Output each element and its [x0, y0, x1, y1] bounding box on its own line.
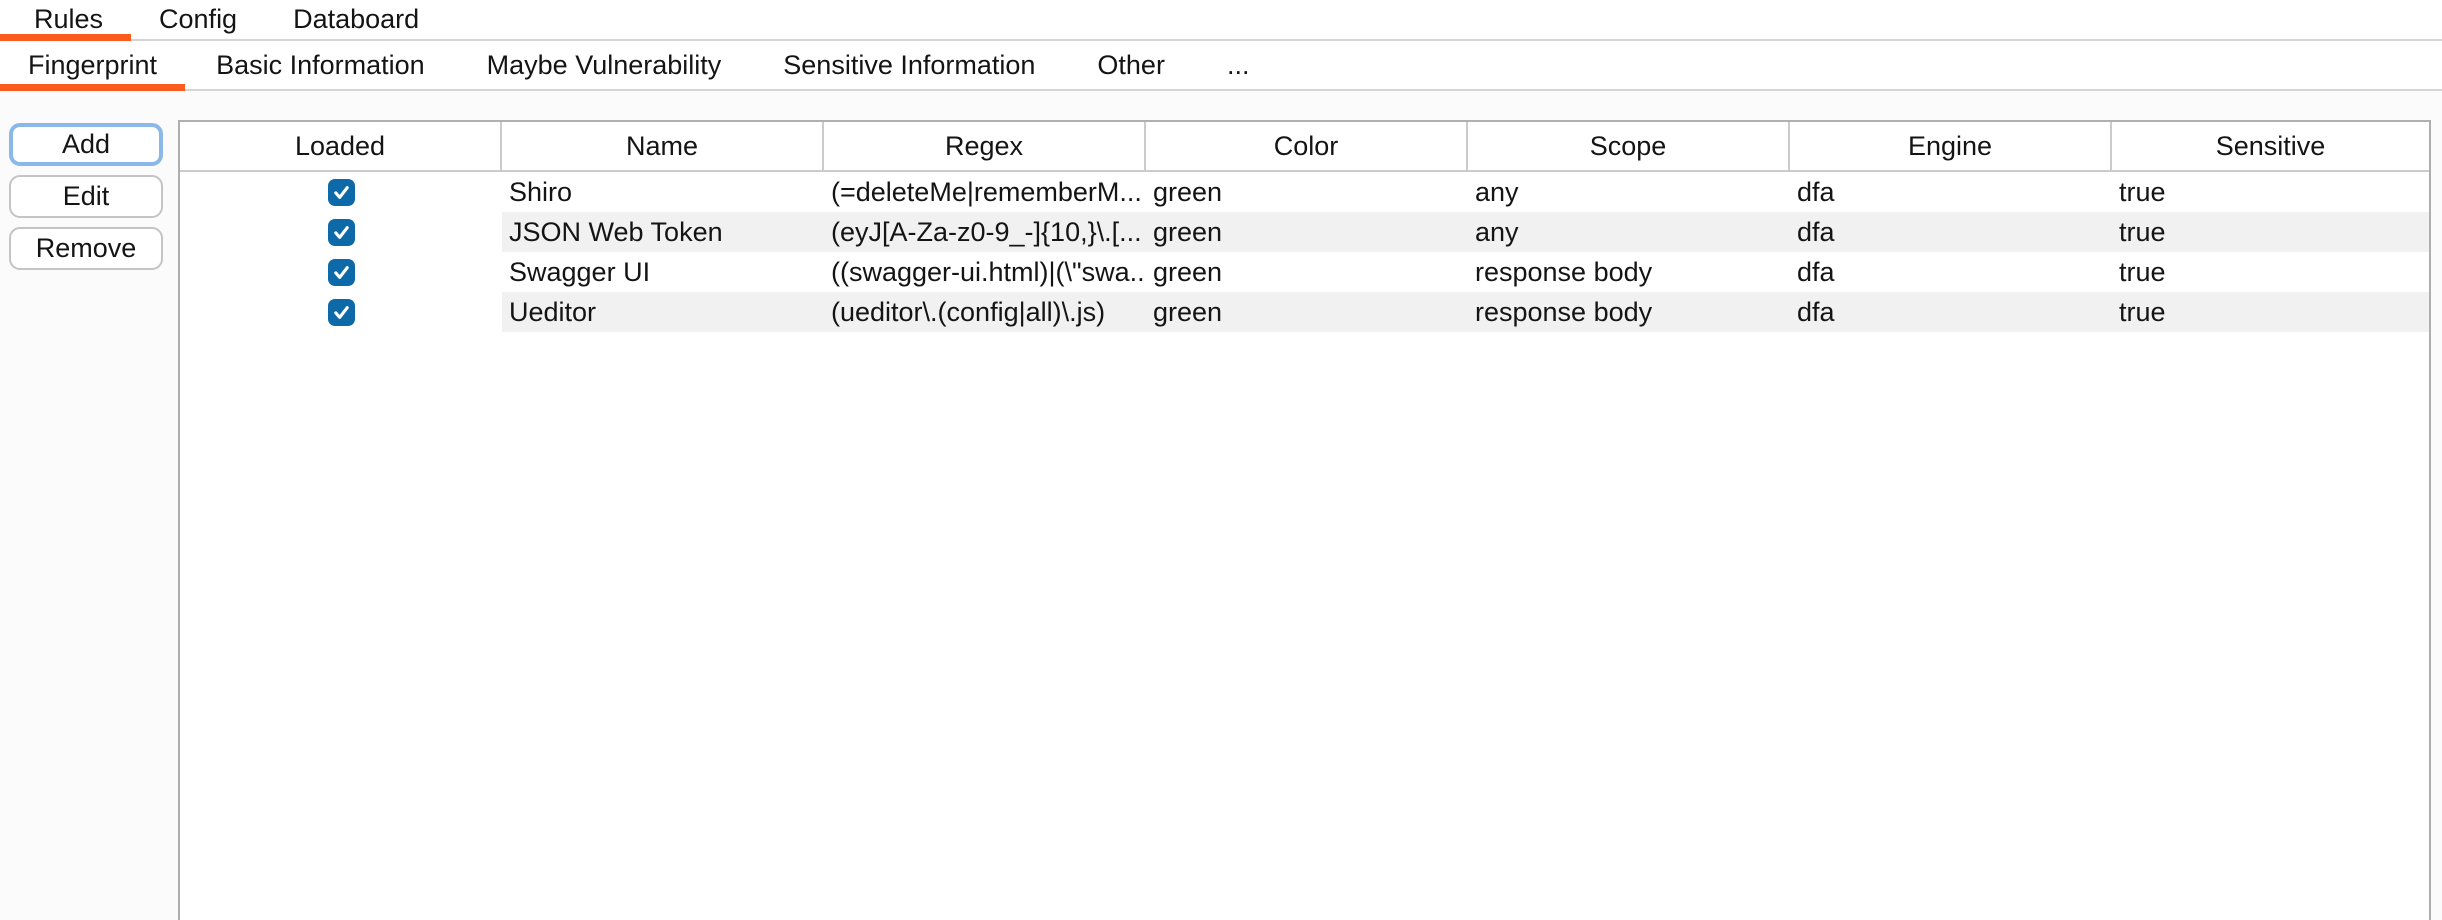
column-header-color[interactable]: Color — [1146, 122, 1468, 172]
secondary-tab-basic-information[interactable]: Basic Information — [185, 41, 456, 89]
cell-color: green — [1146, 212, 1468, 252]
tab-label: Fingerprint — [28, 50, 157, 81]
cell-name: Shiro — [502, 172, 824, 212]
tab-label: ... — [1227, 50, 1250, 81]
column-header-regex[interactable]: Regex — [824, 122, 1146, 172]
cell-engine: dfa — [1790, 252, 2112, 292]
loaded-checkbox[interactable] — [328, 299, 355, 326]
loaded-checkbox[interactable] — [328, 179, 355, 206]
primary-tabbar: Rules Config Databoard — [0, 0, 2442, 41]
tab-label: Basic Information — [216, 50, 425, 81]
primary-tab-rules[interactable]: Rules — [0, 0, 131, 39]
secondary-tab-maybe-vulnerability[interactable]: Maybe Vulnerability — [456, 41, 753, 89]
tab-label: Rules — [34, 4, 103, 35]
cell-scope: response body — [1468, 252, 1790, 292]
table-row[interactable]: Swagger UI ((swagger-ui.html)|(\"swa... … — [180, 252, 2429, 292]
loaded-checkbox[interactable] — [328, 259, 355, 286]
edit-button[interactable]: Edit — [9, 175, 163, 218]
cell-regex: ((swagger-ui.html)|(\"swa... — [824, 252, 1146, 292]
add-button[interactable]: Add — [9, 123, 163, 166]
secondary-tab-other[interactable]: Other — [1066, 41, 1196, 89]
cell-name: JSON Web Token — [502, 212, 824, 252]
table-body: Shiro (=deleteMe|rememberM... green any … — [180, 172, 2429, 332]
cell-engine: dfa — [1790, 292, 2112, 332]
cell-regex: (eyJ[A-Za-z0-9_-]{10,}\.[... — [824, 212, 1146, 252]
checkmark-icon — [331, 222, 352, 243]
tab-label: Databoard — [293, 4, 419, 35]
table-row[interactable]: Shiro (=deleteMe|rememberM... green any … — [180, 172, 2429, 212]
cell-color: green — [1146, 292, 1468, 332]
tab-label: Other — [1097, 50, 1165, 81]
tab-label: Maybe Vulnerability — [487, 50, 722, 81]
cell-scope: response body — [1468, 292, 1790, 332]
cell-sensitive: true — [2112, 252, 2429, 292]
column-header-loaded[interactable]: Loaded — [180, 122, 502, 172]
table-header-row: LoadedNameRegexColorScopeEngineSensitive — [180, 122, 2429, 172]
cell-regex: (=deleteMe|rememberM... — [824, 172, 1146, 212]
primary-tab-databoard[interactable]: Databoard — [265, 0, 447, 39]
cell-engine: dfa — [1790, 212, 2112, 252]
cell-engine: dfa — [1790, 172, 2112, 212]
column-header-sensitive[interactable]: Sensitive — [2112, 122, 2429, 172]
cell-sensitive: true — [2112, 172, 2429, 212]
cell-name: Ueditor — [502, 292, 824, 332]
cell-name: Swagger UI — [502, 252, 824, 292]
tab-label: Config — [159, 4, 237, 35]
cell-scope: any — [1468, 172, 1790, 212]
table-row[interactable]: Ueditor (ueditor\.(config|all)\.js) gree… — [180, 292, 2429, 332]
tab-label: Sensitive Information — [783, 50, 1035, 81]
column-header-engine[interactable]: Engine — [1790, 122, 2112, 172]
table-row[interactable]: JSON Web Token (eyJ[A-Za-z0-9_-]{10,}\.[… — [180, 212, 2429, 252]
cell-color: green — [1146, 252, 1468, 292]
rules-table: LoadedNameRegexColorScopeEngineSensitive… — [178, 120, 2431, 920]
loaded-checkbox[interactable] — [328, 219, 355, 246]
secondary-tab-sensitive-information[interactable]: Sensitive Information — [752, 41, 1066, 89]
cell-regex: (ueditor\.(config|all)\.js) — [824, 292, 1146, 332]
cell-color: green — [1146, 172, 1468, 212]
action-button-panel: Add Edit Remove — [9, 123, 163, 270]
cell-scope: any — [1468, 212, 1790, 252]
remove-button[interactable]: Remove — [9, 227, 163, 270]
secondary-tab-fingerprint[interactable]: Fingerprint — [0, 41, 185, 89]
checkmark-icon — [331, 182, 352, 203]
secondary-tab--[interactable]: ... — [1196, 41, 1281, 89]
column-header-scope[interactable]: Scope — [1468, 122, 1790, 172]
column-header-name[interactable]: Name — [502, 122, 824, 172]
cell-sensitive: true — [2112, 292, 2429, 332]
checkmark-icon — [331, 262, 352, 283]
cell-sensitive: true — [2112, 212, 2429, 252]
checkmark-icon — [331, 302, 352, 323]
primary-tab-config[interactable]: Config — [131, 0, 265, 39]
secondary-tabbar: Fingerprint Basic Information Maybe Vuln… — [0, 41, 2442, 91]
